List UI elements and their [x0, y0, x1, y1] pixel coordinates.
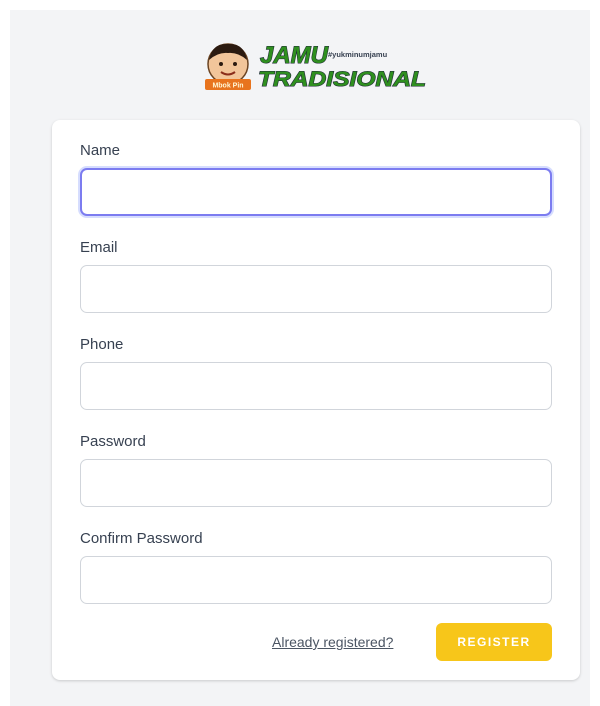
- register-card: Name Email Phone Password Confirm Passwo…: [52, 120, 580, 680]
- confirm-password-input[interactable]: [80, 556, 552, 604]
- name-input[interactable]: [80, 168, 552, 216]
- name-label: Name: [80, 142, 121, 159]
- email-input[interactable]: [80, 265, 552, 313]
- already-registered-link[interactable]: Already registered?: [272, 634, 393, 650]
- phone-label: Phone: [80, 336, 124, 353]
- page-background: Mbok Pin JAMU #yukminumjamu TRADISIONAL …: [10, 10, 590, 706]
- logo-tagline: #yukminumjamu: [328, 50, 388, 59]
- register-button[interactable]: REGISTER: [436, 623, 552, 661]
- phone-input[interactable]: [80, 362, 552, 410]
- logo-word-tradisional: TRADISIONAL: [258, 68, 426, 91]
- logo-badge-text: Mbok Pin: [212, 83, 243, 90]
- brand-logo[interactable]: Mbok Pin JAMU #yukminumjamu TRADISIONAL: [200, 40, 430, 94]
- logo-word-jamu: JAMU: [260, 42, 329, 69]
- password-label: Password: [80, 433, 146, 450]
- password-input[interactable]: [80, 459, 552, 507]
- email-label: Email: [80, 239, 118, 256]
- confirm-password-label: Confirm Password: [80, 530, 203, 547]
